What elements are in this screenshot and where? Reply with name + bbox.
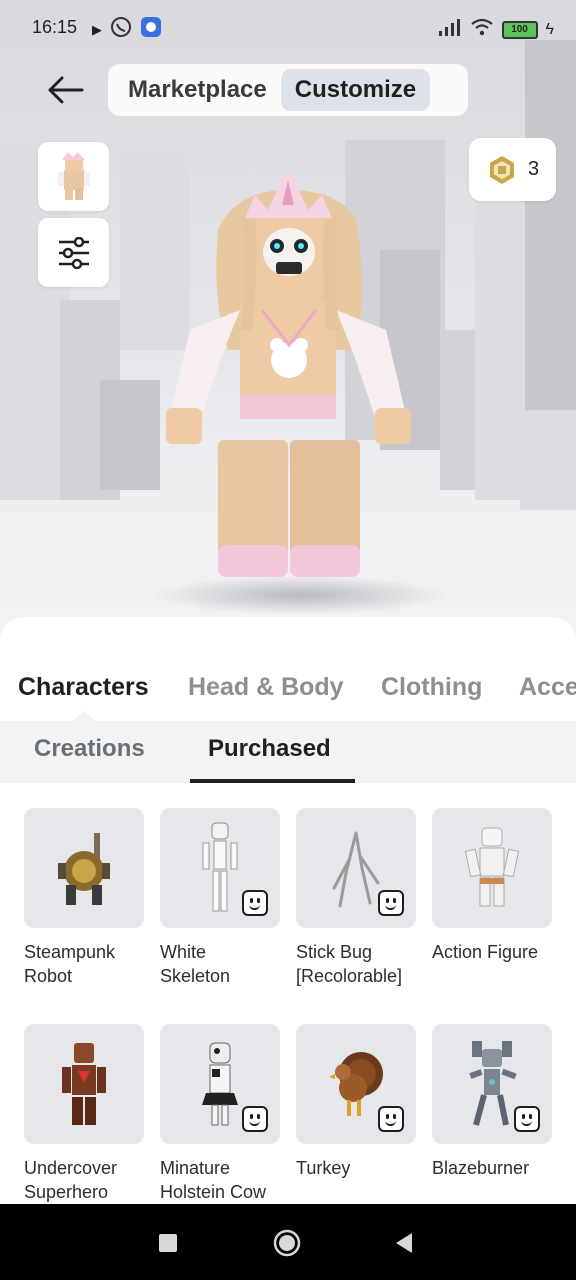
back-button[interactable] bbox=[44, 70, 88, 110]
viber-icon bbox=[110, 16, 132, 43]
undercover-superhero-icon bbox=[62, 1043, 106, 1125]
tab-clothing[interactable]: Clothing bbox=[381, 673, 482, 702]
white-skeleton-icon bbox=[202, 822, 238, 911]
dynamic-head-badge-icon bbox=[514, 1106, 540, 1132]
item-name-line1: Undercover bbox=[24, 1158, 118, 1178]
item-thumbnail bbox=[160, 808, 280, 928]
item-thumbnail bbox=[296, 808, 416, 928]
action-figure-icon bbox=[464, 827, 520, 906]
back-nav-button[interactable] bbox=[390, 1228, 420, 1258]
robux-icon bbox=[489, 155, 514, 184]
dynamic-head-badge-icon bbox=[242, 890, 268, 916]
triangle-back-icon bbox=[396, 1233, 412, 1253]
subtab-bar: Creations Purchased bbox=[0, 721, 576, 783]
arrow-left-icon bbox=[48, 76, 84, 104]
avatar-thumbnail-button[interactable] bbox=[38, 142, 109, 211]
play-icon: ▶ bbox=[92, 21, 102, 37]
robux-count: 3 bbox=[527, 158, 540, 180]
app-icon bbox=[140, 16, 162, 43]
item-name-line1: Stick Bug bbox=[296, 942, 373, 962]
subtab-purchased[interactable]: Purchased bbox=[208, 735, 331, 763]
item-card[interactable]: Steampunk Robot bbox=[24, 808, 144, 988]
tab-accessories[interactable]: Acce bbox=[519, 673, 576, 702]
item-card[interactable]: Undercover Superhero bbox=[24, 1024, 144, 1204]
item-thumbnail bbox=[432, 1024, 552, 1144]
item-card[interactable]: Stick Bug [Recolorable] bbox=[296, 808, 416, 988]
filter-settings-button[interactable] bbox=[38, 218, 109, 287]
status-time: 16:15 bbox=[32, 17, 78, 37]
status-bar: 16:15 ▶ 100 ϟ bbox=[0, 0, 576, 56]
dynamic-head-badge-icon bbox=[378, 890, 404, 916]
steampunk-robot-icon bbox=[58, 833, 110, 905]
sliders-icon bbox=[58, 236, 89, 269]
dynamic-head-badge-icon bbox=[378, 1106, 404, 1132]
item-name-line2: Skeleton bbox=[160, 966, 231, 986]
item-thumbnail bbox=[24, 1024, 144, 1144]
item-card[interactable]: Blazeburner bbox=[432, 1024, 552, 1180]
item-thumbnail bbox=[24, 808, 144, 928]
subtab-creations[interactable]: Creations bbox=[34, 735, 145, 763]
item-card[interactable]: White Skeleton bbox=[160, 808, 280, 988]
item-name-line2: Superhero bbox=[24, 1182, 109, 1202]
category-tabs: Characters Head & Body Clothing Acce bbox=[0, 661, 576, 717]
circle-icon bbox=[273, 1229, 301, 1257]
tab-head-body[interactable]: Head & Body bbox=[188, 673, 344, 702]
robux-balance-button[interactable]: 3 bbox=[469, 138, 556, 201]
home-button[interactable] bbox=[272, 1228, 302, 1258]
item-name-line2: [Recolorable] bbox=[296, 966, 403, 986]
blazeburner-icon bbox=[469, 1040, 517, 1126]
signal-icon bbox=[438, 18, 462, 41]
item-name-line1: Action Figure bbox=[432, 942, 539, 962]
dynamic-head-badge-icon bbox=[242, 1106, 268, 1132]
battery-icon: 100 bbox=[501, 20, 538, 39]
item-name-line2: Holstein Cow bbox=[160, 1182, 267, 1202]
item-name-line1: Steampunk bbox=[24, 942, 116, 962]
avatar-thumbnail-icon bbox=[58, 152, 90, 200]
item-thumbnail bbox=[160, 1024, 280, 1144]
item-name-line1: Turkey bbox=[296, 1158, 351, 1178]
item-thumbnail bbox=[296, 1024, 416, 1144]
recent-apps-button[interactable] bbox=[153, 1228, 183, 1258]
item-name-line1: Minature bbox=[160, 1158, 231, 1178]
wifi-icon bbox=[470, 18, 494, 41]
tab-marketplace[interactable]: Marketplace bbox=[114, 69, 281, 111]
tab-customize[interactable]: Customize bbox=[280, 69, 431, 111]
item-name-line2: Robot bbox=[24, 966, 73, 986]
stick-bug-icon bbox=[332, 831, 380, 908]
customize-panel: Characters Head & Body Clothing Acce Cre… bbox=[0, 617, 576, 1205]
item-thumbnail bbox=[432, 808, 552, 928]
system-navigation-bar bbox=[0, 1204, 576, 1280]
active-subtab-underline bbox=[190, 779, 355, 783]
item-name-line1: Blazeburner bbox=[432, 1158, 530, 1178]
marketplace-customize-toggle: Marketplace Customize bbox=[108, 64, 468, 116]
active-category-caret bbox=[72, 711, 96, 721]
item-card[interactable]: Action Figure bbox=[432, 808, 552, 964]
charging-icon: ϟ bbox=[545, 20, 554, 38]
item-name-line1: White bbox=[160, 942, 207, 962]
square-icon bbox=[159, 1234, 177, 1252]
holstein-cow-icon bbox=[202, 1042, 238, 1126]
item-card[interactable]: Turkey bbox=[296, 1024, 416, 1180]
item-card[interactable]: Minature Holstein Cow bbox=[160, 1024, 280, 1204]
tab-characters[interactable]: Characters bbox=[18, 673, 149, 702]
